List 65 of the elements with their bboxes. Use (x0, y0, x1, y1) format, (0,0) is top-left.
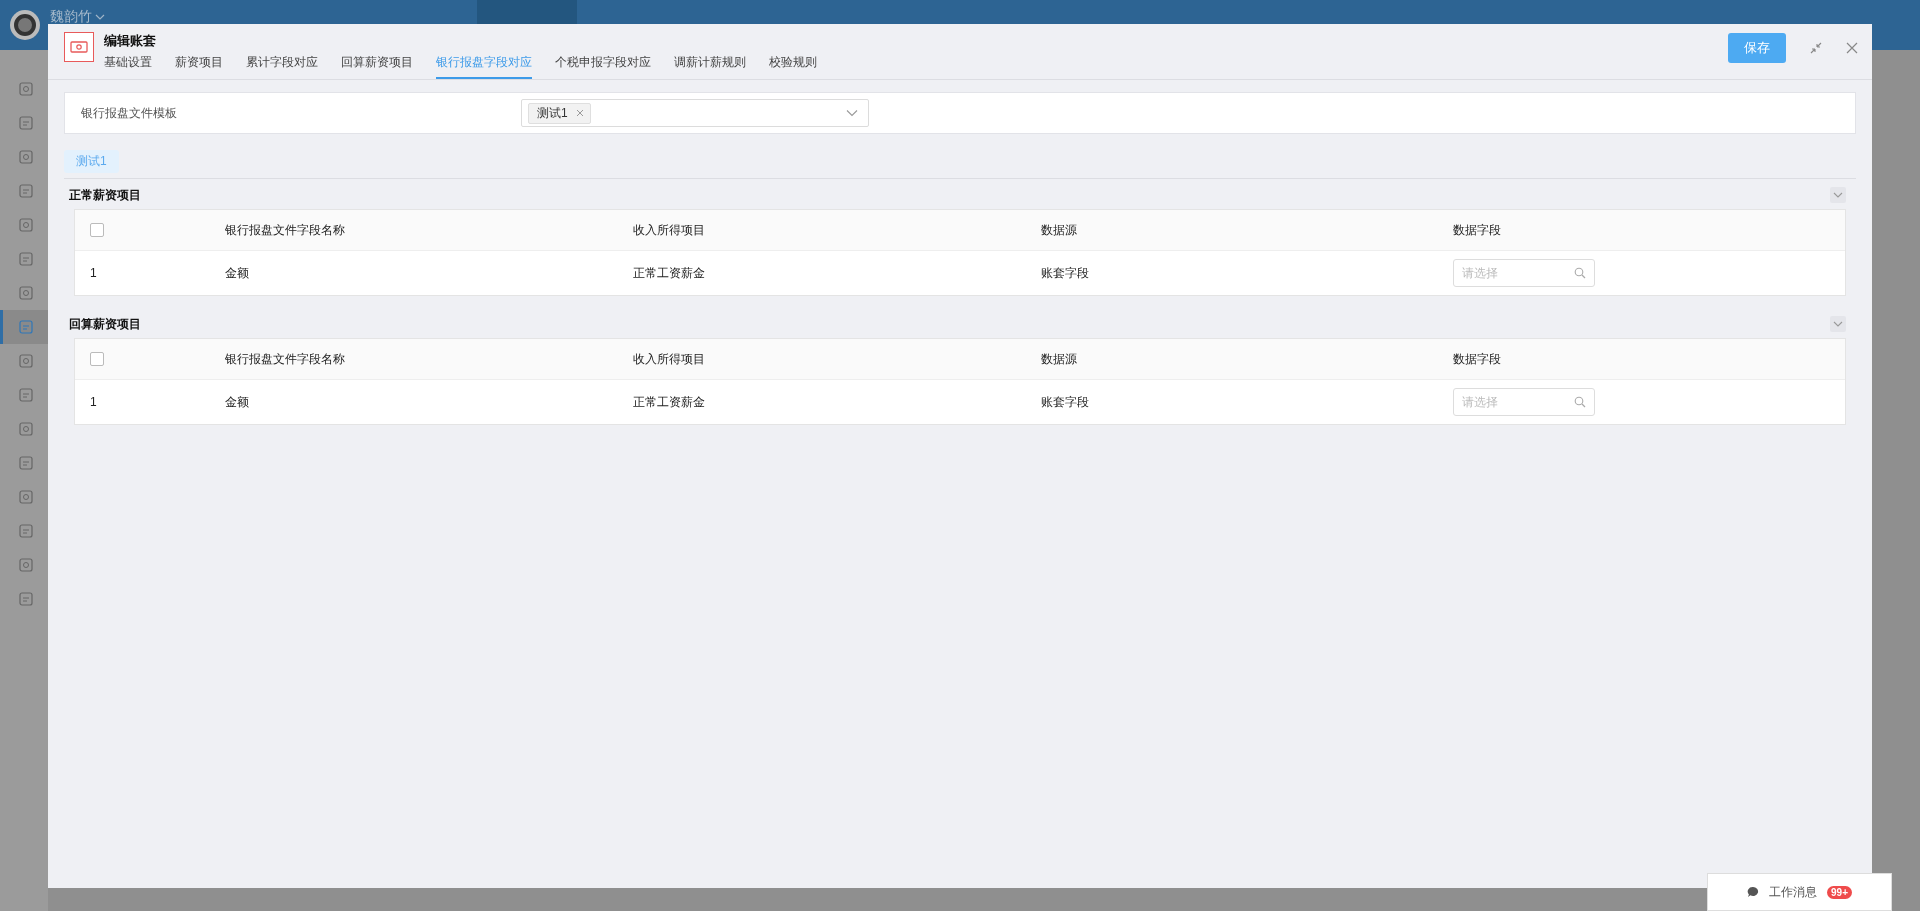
tab[interactable]: 个税申报字段对应 (555, 52, 651, 79)
section-title: 正常薪资项目 (69, 186, 141, 204)
count-badge: 99+ (1827, 885, 1852, 899)
search-icon[interactable] (1574, 396, 1586, 408)
checkbox[interactable] (90, 223, 104, 238)
tab[interactable]: 回算薪资项目 (341, 52, 413, 79)
column-header: 数据源 (1041, 350, 1078, 368)
remove-icon[interactable] (575, 109, 584, 117)
field-picker[interactable]: 请选择 (1453, 388, 1595, 416)
module-icon (17, 455, 34, 471)
module-icon (17, 115, 34, 131)
module-icon (17, 285, 34, 301)
section-title: 回算薪资项目 (69, 315, 141, 333)
module-icon (17, 421, 34, 437)
tab[interactable]: 薪资项目 (175, 52, 223, 79)
tab[interactable]: 调薪计薪规则 (674, 52, 746, 79)
module-icon (17, 183, 34, 199)
module-icon (17, 81, 34, 97)
message-panel[interactable]: 工作消息 99+ (1707, 873, 1892, 911)
module-icon (17, 489, 34, 505)
minimize-icon[interactable] (1810, 42, 1822, 54)
avatar-icon[interactable] (10, 10, 40, 40)
dialog-title: 编辑账套 (104, 32, 157, 50)
tab[interactable]: 校验规则 (769, 52, 817, 79)
table-cell-text: 正常工资薪金 (633, 264, 706, 282)
module-icon (17, 319, 34, 335)
message-label: 工作消息 (1769, 883, 1817, 901)
collapse-toggle-icon[interactable] (1830, 316, 1846, 332)
sidebar-item[interactable] (0, 310, 48, 344)
column-header: 收入所得项目 (633, 221, 706, 239)
module-icon (17, 557, 34, 573)
checkbox[interactable] (90, 352, 104, 367)
template-select[interactable]: 测试1 (521, 99, 869, 127)
column-header: 数据字段 (1453, 350, 1502, 368)
module-icon (17, 387, 34, 403)
column-header: 数据源 (1041, 221, 1078, 239)
table-cell-text: 账套字段 (1041, 264, 1090, 282)
field-picker[interactable]: 请选择 (1453, 259, 1595, 287)
money-icon (64, 32, 94, 62)
collapse-toggle-icon[interactable] (1830, 187, 1846, 203)
row-number: 1 (89, 266, 98, 280)
selected-tag: 测试1 (528, 102, 591, 124)
chat-bubble-icon (1747, 886, 1759, 898)
field-label: 银行报盘文件模板 (80, 104, 178, 122)
table-cell-text: 金额 (225, 264, 250, 282)
tab[interactable]: 基础设置 (104, 52, 152, 79)
table-cell-text: 正常工资薪金 (633, 393, 706, 411)
column-header: 收入所得项目 (633, 350, 706, 368)
search-icon[interactable] (1574, 267, 1586, 279)
row-number: 1 (89, 395, 98, 409)
module-icon (17, 591, 34, 607)
close-icon[interactable] (1846, 42, 1858, 54)
tab[interactable]: 累计字段对应 (246, 52, 318, 79)
module-icon (17, 523, 34, 539)
caret-icon[interactable] (95, 13, 105, 21)
module-icon (17, 353, 34, 369)
module-icon (17, 251, 34, 267)
dropdown-icon[interactable] (846, 109, 858, 117)
table-cell-text: 金额 (225, 393, 250, 411)
column-header: 银行报盘文件字段名称 (225, 221, 346, 239)
column-header: 银行报盘文件字段名称 (225, 350, 346, 368)
column-header: 数据字段 (1453, 221, 1502, 239)
module-icon (17, 149, 34, 165)
module-icon (17, 217, 34, 233)
table-cell-text: 账套字段 (1041, 393, 1090, 411)
